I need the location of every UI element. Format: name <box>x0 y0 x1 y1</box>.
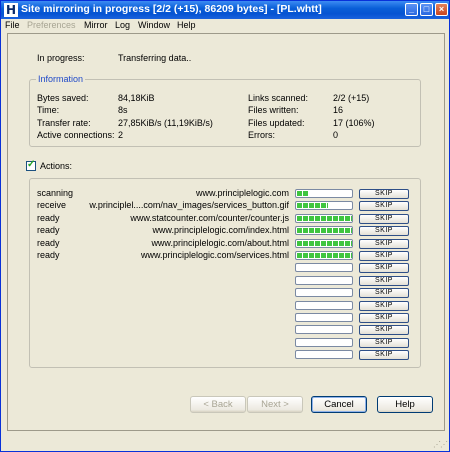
progress-fill <box>297 191 309 196</box>
info-label: Errors: <box>248 130 275 140</box>
action-status: ready <box>37 225 60 235</box>
info-label: Active connections: <box>37 130 115 140</box>
action-progress-bar <box>295 325 353 334</box>
action-url: www.principlelogic.com/services.html <box>140 250 289 260</box>
info-label: Files written: <box>248 105 299 115</box>
actions-label: Actions: <box>40 161 73 171</box>
window-title: Site mirroring in progress [2/2 (+15), 8… <box>21 3 322 15</box>
main-window: H Site mirroring in progress [2/2 (+15),… <box>0 0 450 452</box>
close-button[interactable]: × <box>435 3 448 16</box>
skip-button[interactable]: SKIP <box>359 325 409 335</box>
action-progress-bar <box>295 338 353 347</box>
action-status: ready <box>37 250 60 260</box>
action-progress-bar <box>295 214 353 223</box>
action-progress-bar <box>295 263 353 272</box>
skip-button[interactable]: SKIP <box>359 263 409 273</box>
checkmark-icon: ✓ <box>27 159 36 170</box>
progress-fill <box>297 241 352 246</box>
info-label: Links scanned: <box>248 93 309 103</box>
skip-button[interactable]: SKIP <box>359 301 409 311</box>
info-value: 27,85KiB/s (11,19KiB/s) <box>118 118 213 128</box>
action-progress-bar <box>295 350 353 359</box>
info-value: 17 (106%) <box>333 118 375 128</box>
info-label: Bytes saved: <box>37 93 89 103</box>
progress-fill <box>297 203 328 208</box>
menu-preferences[interactable]: Preferences <box>27 20 76 30</box>
action-url: www.principlelogic.com/about.html <box>151 238 289 248</box>
info-label: Transfer rate: <box>37 118 91 128</box>
action-url: www.statcounter.com/counter/counter.js <box>130 213 289 223</box>
menu-log[interactable]: Log <box>115 20 130 30</box>
action-status: ready <box>37 238 60 248</box>
menu-window[interactable]: Window <box>138 20 170 30</box>
skip-button[interactable]: SKIP <box>359 251 409 261</box>
status-bar: ⋰⋰ <box>1 437 449 451</box>
menu-file[interactable]: File <box>5 20 20 30</box>
skip-button[interactable]: SKIP <box>359 338 409 348</box>
next-button[interactable]: Next > <box>247 396 303 413</box>
action-status: ready <box>37 213 60 223</box>
action-progress-bar <box>295 239 353 248</box>
info-value: 2/2 (+15) <box>333 93 370 103</box>
action-url: w.principlel....com/nav_images/services_… <box>89 200 289 210</box>
progress-fill <box>297 253 352 258</box>
help-button[interactable]: Help <box>377 396 433 413</box>
menu-help[interactable]: Help <box>177 20 196 30</box>
action-url: www.principlelogic.com/index.html <box>152 225 289 235</box>
progress-fill <box>297 228 352 233</box>
information-title: Information <box>36 74 86 84</box>
action-progress-bar <box>295 288 353 297</box>
action-progress-bar <box>295 226 353 235</box>
status-label: In progress: <box>37 53 85 63</box>
info-value: 2 <box>118 130 124 140</box>
info-value: 8s <box>118 105 128 115</box>
skip-button[interactable]: SKIP <box>359 214 409 224</box>
skip-button[interactable]: SKIP <box>359 288 409 298</box>
maximize-button[interactable]: □ <box>420 3 433 16</box>
action-status: receive <box>37 200 67 210</box>
info-value: 16 <box>333 105 344 115</box>
skip-button[interactable]: SKIP <box>359 201 409 211</box>
info-label: Files updated: <box>248 118 305 128</box>
info-label: Time: <box>37 105 60 115</box>
actions-checkbox[interactable]: ✓ <box>26 159 36 171</box>
menu-bar: File Preferences Mirror Log Window Help <box>1 19 449 31</box>
action-progress-bar <box>295 251 353 260</box>
action-progress-bar <box>295 313 353 322</box>
title-bar[interactable]: H Site mirroring in progress [2/2 (+15),… <box>1 1 449 19</box>
back-button[interactable]: < Back <box>190 396 246 413</box>
skip-button[interactable]: SKIP <box>359 189 409 199</box>
action-progress-bar <box>295 201 353 210</box>
action-progress-bar <box>295 301 353 310</box>
minimize-button[interactable]: _ <box>405 3 418 16</box>
cancel-button[interactable]: Cancel <box>311 396 367 413</box>
action-status: scanning <box>37 188 74 198</box>
skip-button[interactable]: SKIP <box>359 313 409 323</box>
action-url: www.principlelogic.com <box>195 188 289 198</box>
skip-button[interactable]: SKIP <box>359 276 409 286</box>
skip-button[interactable]: SKIP <box>359 226 409 236</box>
menu-mirror[interactable]: Mirror <box>84 20 108 30</box>
progress-fill <box>297 216 352 221</box>
action-progress-bar <box>295 189 353 198</box>
resize-grip-icon[interactable]: ⋰⋰ <box>433 440 448 449</box>
skip-button[interactable]: SKIP <box>359 350 409 360</box>
info-value: 0 <box>333 130 339 140</box>
skip-button[interactable]: SKIP <box>359 239 409 249</box>
app-icon: H <box>4 3 18 17</box>
info-value: 84,18KiB <box>118 93 155 103</box>
action-progress-bar <box>295 276 353 285</box>
status-value: Transferring data.. <box>118 53 192 63</box>
